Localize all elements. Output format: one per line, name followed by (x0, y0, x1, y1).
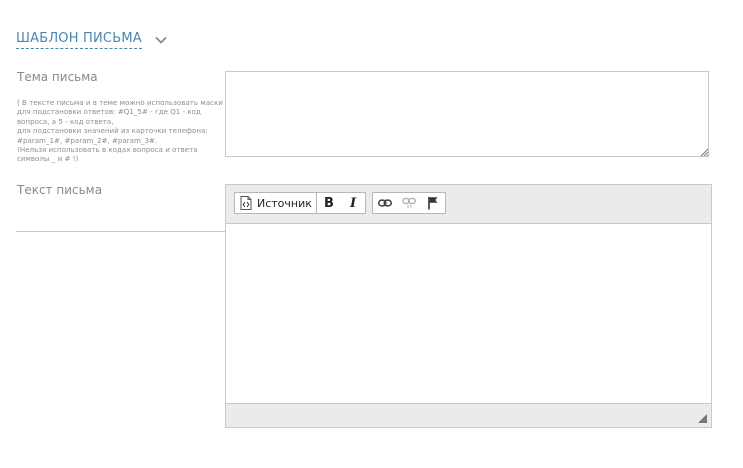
section-title[interactable]: ШАБЛОН ПИСЬМА (16, 31, 142, 49)
body-label: Текст письма (17, 183, 103, 197)
editor-footer (226, 403, 711, 427)
bold-button[interactable]: B (317, 193, 341, 213)
italic-button[interactable]: I (341, 193, 365, 213)
link-icon (378, 199, 392, 207)
source-icon (240, 196, 252, 210)
toolbar-group-basicstyles: B I (316, 192, 366, 214)
source-button[interactable]: Источник (235, 193, 317, 213)
section-header: ШАБЛОН ПИСЬМА (16, 31, 168, 49)
resize-corner-icon[interactable] (698, 414, 707, 423)
subject-label: Тема письма (17, 70, 98, 84)
editor-toolbar: Источник B I (226, 185, 711, 224)
toolbar-group-document: Источник (234, 192, 318, 214)
resize-grip-icon[interactable] (700, 148, 709, 157)
subject-input[interactable] (225, 71, 709, 157)
hint-line: !Нельзя использовать в кодах вопроса и о… (17, 145, 198, 164)
unlink-button[interactable] (397, 193, 421, 213)
hint-line: для подстановки значений из карточки тел… (17, 126, 208, 145)
toolbar-group-links (372, 192, 446, 214)
editor-content-area[interactable] (226, 224, 711, 404)
hint-line: ( В тексте письма и в теме можно использ… (17, 98, 223, 126)
divider (16, 231, 225, 232)
mask-hint: ( В тексте письма и в теме можно использ… (17, 98, 224, 164)
anchor-button[interactable] (421, 193, 445, 213)
link-button[interactable] (373, 193, 397, 213)
chevron-down-icon[interactable] (154, 33, 168, 47)
rich-text-editor: Источник B I (225, 184, 712, 428)
flag-icon (428, 197, 438, 210)
unlink-icon (402, 197, 416, 208)
source-label: Источник (257, 196, 312, 210)
